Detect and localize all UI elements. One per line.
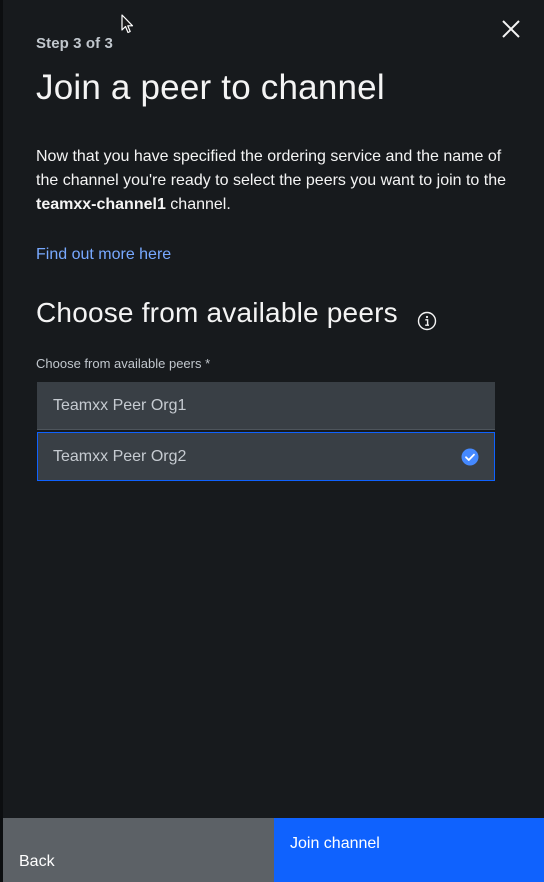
peer-tile-org1[interactable]: Teamxx Peer Org1 [37,382,495,430]
peer-tile-label: Teamxx Peer Org2 [53,448,187,465]
side-panel: Step 3 of 3 Join a peer to channel Now t… [0,0,544,882]
channel-name: teamxx-channel1 [36,196,166,213]
info-icon[interactable] [417,311,437,331]
join-channel-button[interactable]: Join channel [274,818,544,882]
back-button[interactable]: Back [3,818,274,882]
description-end: channel. [165,196,231,213]
description-intro: Now that you have specified the ordering… [36,148,507,189]
section-title: Choose from available peers [36,297,398,328]
peer-tile-org2[interactable]: Teamxx Peer Org2 [37,432,495,481]
footer-actions: Back Join channel [3,818,544,882]
page-title: Join a peer to channel [36,68,385,107]
peer-tile-label: Teamxx Peer Org1 [53,397,187,414]
mouse-cursor-icon [121,14,134,34]
description-text: Now that you have specified the ordering… [36,145,521,217]
close-icon[interactable] [500,18,522,40]
find-out-more-link[interactable]: Find out more here [36,246,171,264]
peers-field-label: Choose from available peers * [36,356,211,371]
step-indicator: Step 3 of 3 [36,35,113,52]
checkmark-filled-icon [461,448,479,466]
